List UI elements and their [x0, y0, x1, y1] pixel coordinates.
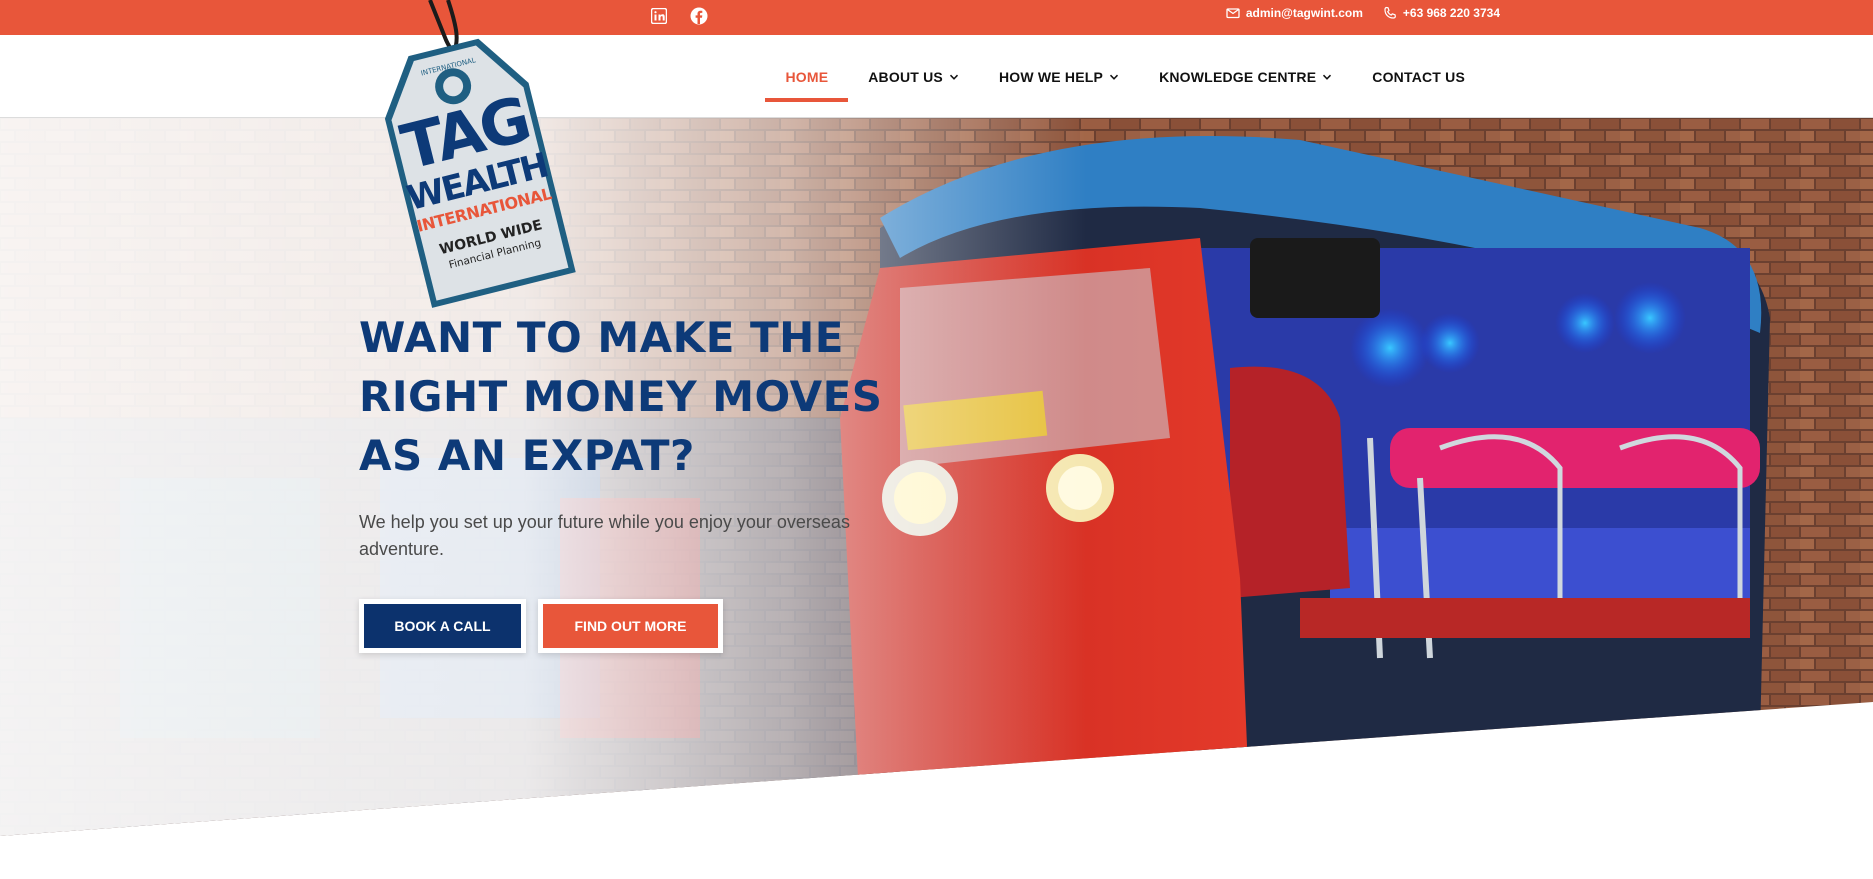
tag-wealth-logo[interactable]: INTERNATIONAL TAG WEALTH INTERNATIONAL W…	[378, 0, 598, 310]
main-nav: HOME ABOUT US HOW WE HELP KNOWLEDGE CENT…	[765, 35, 1485, 118]
find-out-more-button[interactable]: FIND OUT MORE	[538, 599, 723, 653]
social-links	[648, 5, 710, 27]
nav-contact-us-label: CONTACT US	[1372, 68, 1465, 85]
nav-contact-us[interactable]: CONTACT US	[1352, 35, 1485, 118]
mail-icon	[1226, 8, 1240, 19]
nav-home[interactable]: HOME	[765, 35, 849, 118]
linkedin-icon[interactable]	[648, 5, 670, 27]
phone-text: +63 968 220 3734	[1402, 6, 1500, 20]
nav-how-we-help-label: HOW WE HELP	[998, 68, 1104, 85]
phone-link[interactable]: +63 968 220 3734	[1383, 6, 1500, 20]
hero-title-line-2: RIGHT MONEY MOVES	[359, 372, 883, 421]
phone-icon	[1384, 6, 1396, 19]
nav-how-we-help[interactable]: HOW WE HELP	[979, 35, 1139, 118]
hero-content: WANT TO MAKE THE RIGHT MONEY MOVES AS AN…	[359, 308, 919, 653]
hero-title: WANT TO MAKE THE RIGHT MONEY MOVES AS AN…	[359, 308, 919, 485]
chevron-down-icon	[949, 74, 959, 80]
nav-about-us[interactable]: ABOUT US	[848, 35, 979, 118]
nav-knowledge-centre[interactable]: KNOWLEDGE CENTRE	[1139, 35, 1352, 118]
top-bar: admin@tagwint.com +63 968 220 3734	[0, 0, 1873, 35]
nav-about-us-label: ABOUT US	[868, 68, 943, 85]
nav-home-label: HOME	[785, 68, 829, 85]
book-a-call-button[interactable]: BOOK A CALL	[359, 599, 526, 653]
contact-info: admin@tagwint.com +63 968 220 3734	[1226, 6, 1500, 20]
chevron-down-icon	[1110, 74, 1119, 80]
hero-title-line-1: WANT TO MAKE THE	[359, 313, 844, 362]
nav-knowledge-centre-label: KNOWLEDGE CENTRE	[1159, 68, 1317, 85]
facebook-icon[interactable]	[688, 5, 710, 27]
email-link[interactable]: admin@tagwint.com	[1226, 6, 1363, 20]
hero-buttons: BOOK A CALL FIND OUT MORE	[359, 599, 919, 653]
hero-subtitle: We help you set up your future while you…	[359, 512, 850, 559]
main-header: HOME ABOUT US HOW WE HELP KNOWLEDGE CENT…	[0, 35, 1873, 118]
email-text: admin@tagwint.com	[1245, 6, 1363, 20]
chevron-down-icon	[1323, 74, 1332, 80]
hero-section: WANT TO MAKE THE RIGHT MONEY MOVES AS AN…	[0, 118, 1873, 836]
hero-title-line-3: AS AN EXPAT?	[359, 431, 695, 480]
hero-gradient-overlay	[0, 118, 1873, 836]
